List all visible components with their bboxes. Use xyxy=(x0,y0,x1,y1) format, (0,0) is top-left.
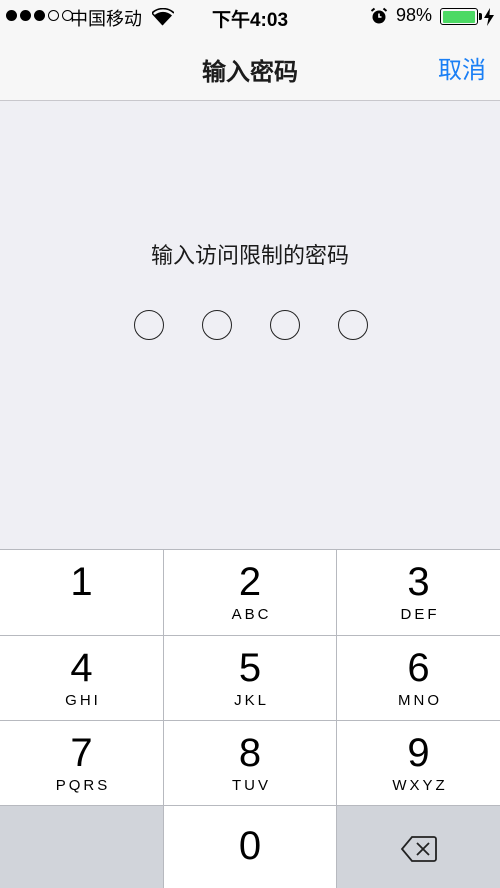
wifi-icon xyxy=(152,8,174,26)
cancel-button[interactable]: 取消 xyxy=(438,50,486,85)
signal-dot xyxy=(6,10,17,21)
delete-key[interactable] xyxy=(337,806,500,888)
key-0[interactable]: 0 xyxy=(164,806,336,888)
key-2[interactable]: 2 ABC xyxy=(164,550,336,635)
key-digit: 4 xyxy=(70,646,93,690)
charging-bolt-icon xyxy=(484,8,494,26)
key-digit: 3 xyxy=(407,560,430,604)
key-letters: ABC xyxy=(231,606,272,623)
key-digit: 5 xyxy=(238,646,262,690)
key-digit: 6 xyxy=(407,646,430,690)
key-digit: 8 xyxy=(238,731,262,775)
backspace-icon xyxy=(400,836,437,862)
key-letters: TUV xyxy=(232,777,271,794)
key-7[interactable]: 7 PQRS xyxy=(0,721,163,805)
page-title: 输入密码 xyxy=(202,59,298,86)
keypad-blank-key xyxy=(0,806,163,888)
signal-dot xyxy=(48,10,59,21)
key-5[interactable]: 5 JKL xyxy=(164,636,336,720)
battery-cap xyxy=(479,13,482,20)
key-letters: GHI xyxy=(65,692,101,709)
key-letters: JKL xyxy=(234,692,269,709)
key-6[interactable]: 6 MNO xyxy=(337,636,500,720)
passcode-entry-indicator xyxy=(134,310,368,340)
passcode-prompt: 输入访问限制的密码 xyxy=(150,243,349,268)
key-digit: 9 xyxy=(407,731,430,775)
passcode-digit-circle xyxy=(270,310,300,340)
battery-icon xyxy=(440,8,482,25)
passcode-digit-circle xyxy=(202,310,232,340)
key-digit: 7 xyxy=(70,731,93,775)
passcode-digit-circle xyxy=(134,310,164,340)
key-3[interactable]: 3 DEF xyxy=(337,550,500,635)
alarm-clock-icon xyxy=(370,7,388,24)
key-digit: 2 xyxy=(238,560,262,604)
key-letters: PQRS xyxy=(55,777,111,794)
navigation-bar: 输入密码 取消 xyxy=(0,34,500,101)
carrier-name: 中国移动 xyxy=(70,9,142,29)
status-time: 下午4:03 xyxy=(211,10,289,31)
signal-dot xyxy=(34,10,45,21)
status-bar: 中国移动 下午4:03 98% xyxy=(0,0,500,34)
battery-percentage: 98% xyxy=(396,5,433,25)
key-1[interactable]: 1 xyxy=(0,550,163,635)
key-letters: MNO xyxy=(398,692,442,709)
key-digit: 1 xyxy=(70,560,93,604)
key-8[interactable]: 8 TUV xyxy=(164,721,336,805)
key-letters: DEF xyxy=(400,606,440,623)
passcode-digit-circle xyxy=(338,310,368,340)
key-9[interactable]: 9 WXYZ xyxy=(337,721,500,805)
signal-dot xyxy=(20,10,31,21)
passcode-screen: 中国移动 下午4:03 98% 输入密码 取消 输入访问限制的密码 1 2 ABC 3… xyxy=(0,0,500,888)
numeric-keypad: 1 2 ABC 3 DEF 4 GHI 5 JKL 6 MNO 7 PQRS 8 TUV 9 WXYZ 0 xyxy=(0,549,500,888)
key-digit: 0 xyxy=(238,824,262,868)
signal-strength-icon xyxy=(6,10,73,21)
battery-fill xyxy=(442,10,475,23)
key-4[interactable]: 4 GHI xyxy=(0,636,163,720)
key-letters: WXYZ xyxy=(392,777,448,794)
